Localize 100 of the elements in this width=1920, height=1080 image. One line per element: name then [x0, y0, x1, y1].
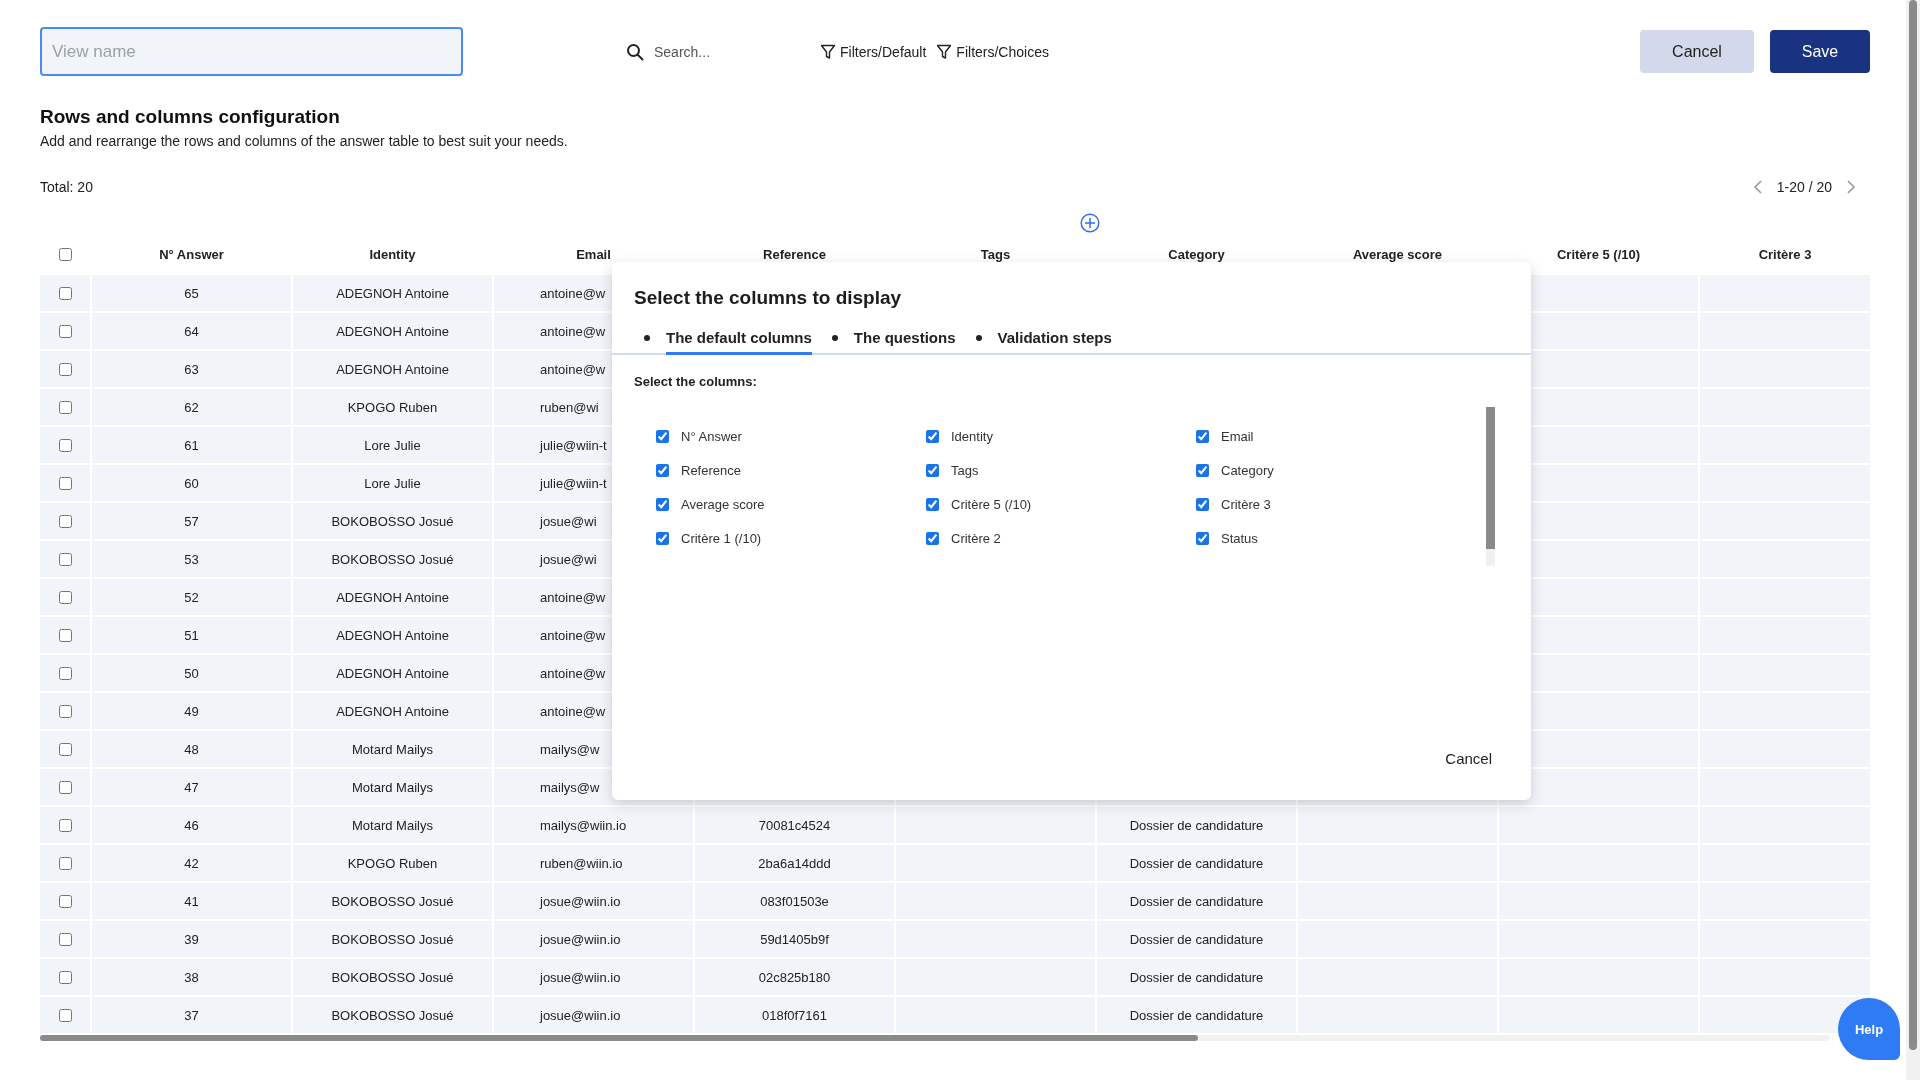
- column-header[interactable]: Critère 3: [1700, 246, 1870, 262]
- column-checkbox[interactable]: [1196, 429, 1209, 443]
- table-cell: 64: [92, 313, 291, 349]
- table-cell: 52: [92, 579, 291, 615]
- page-range: 1-20 / 20: [1776, 178, 1832, 196]
- column-checkbox[interactable]: [656, 429, 669, 443]
- search-field[interactable]: Search...: [652, 42, 814, 61]
- column-checkbox[interactable]: [656, 497, 669, 511]
- table-cell: 50: [92, 655, 291, 691]
- chevron-left-icon[interactable]: [1752, 180, 1763, 194]
- cancel-button[interactable]: Cancel: [1640, 30, 1754, 73]
- column-checkbox[interactable]: [926, 497, 939, 511]
- column-checkbox[interactable]: [1196, 531, 1209, 545]
- table-cell: 02c825b180: [695, 959, 894, 995]
- table-cell: KPOGO Ruben: [293, 389, 492, 425]
- row-checkbox[interactable]: [58, 970, 72, 984]
- table-cell: 62: [92, 389, 291, 425]
- table-cell: 018f0f7161: [695, 997, 894, 1033]
- table-cell: 61: [92, 427, 291, 463]
- column-header[interactable]: Reference: [695, 246, 894, 262]
- table-cell: ADEGNOH Antoine: [293, 275, 492, 311]
- row-checkbox[interactable]: [58, 362, 72, 376]
- table-cell: 38: [92, 959, 291, 995]
- column-checkbox[interactable]: [656, 531, 669, 545]
- row-checkbox[interactable]: [58, 666, 72, 680]
- tab[interactable]: The questions: [853, 323, 956, 355]
- tab[interactable]: Validation steps: [997, 323, 1112, 355]
- table-cell: 083f01503e: [695, 883, 894, 919]
- row-checkbox[interactable]: [58, 628, 72, 642]
- table-cell: Motard Mailys: [293, 731, 492, 767]
- row-checkbox[interactable]: [58, 552, 72, 566]
- tab[interactable]: The default columns: [666, 323, 812, 355]
- chevron-right-icon[interactable]: [1846, 180, 1856, 194]
- row-checkbox[interactable]: [58, 286, 72, 300]
- table-cell: 53: [92, 541, 291, 577]
- column-checkbox[interactable]: [1196, 463, 1209, 477]
- table-cell: 39: [92, 921, 291, 957]
- table-cell: 2ba6a14ddd: [695, 845, 894, 881]
- row-checkbox[interactable]: [58, 780, 72, 794]
- column-checkbox[interactable]: [926, 429, 939, 443]
- row-checkbox[interactable]: [58, 476, 72, 490]
- table-cell: BOKOBOSSO Josué: [293, 959, 492, 995]
- table-cell: BOKOBOSSO Josué: [293, 997, 492, 1033]
- column-header[interactable]: Category: [1097, 246, 1296, 262]
- column-option-label: Status: [1221, 530, 1258, 546]
- column-checkbox[interactable]: [1196, 497, 1209, 511]
- column-option-label: Category: [1221, 462, 1274, 478]
- table-cell: josue@wiin.io: [494, 997, 693, 1033]
- save-button[interactable]: Save: [1770, 30, 1870, 73]
- filter-button[interactable]: Filters/Choices: [936, 43, 1049, 60]
- table-cell: 63: [92, 351, 291, 387]
- row-checkbox[interactable]: [58, 514, 72, 528]
- select-all-checkbox[interactable]: [58, 247, 72, 261]
- column-checkbox[interactable]: [926, 463, 939, 477]
- bullet-icon: [831, 335, 838, 341]
- row-checkbox[interactable]: [58, 856, 72, 870]
- column-option-label: Critère 3: [1221, 496, 1271, 512]
- view-name-field[interactable]: View name: [40, 27, 463, 76]
- horizontal-scrollbar[interactable]: [40, 1035, 1830, 1041]
- table-cell: josue@wiin.io: [494, 921, 693, 957]
- column-header[interactable]: Tags: [896, 246, 1095, 262]
- row-checkbox[interactable]: [58, 818, 72, 832]
- row-checkbox[interactable]: [58, 894, 72, 908]
- column-header[interactable]: Email: [494, 246, 693, 262]
- column-header[interactable]: Critère 5 (/10): [1499, 246, 1698, 262]
- row-checkbox[interactable]: [58, 590, 72, 604]
- table-cell: ADEGNOH Antoine: [293, 351, 492, 387]
- column-checkbox[interactable]: [656, 463, 669, 477]
- column-option-label: Critère 2: [951, 530, 1001, 546]
- table-cell: BOKOBOSSO Josué: [293, 503, 492, 539]
- row-checkbox[interactable]: [58, 324, 72, 338]
- row-checkbox[interactable]: [58, 742, 72, 756]
- row-checkbox[interactable]: [58, 932, 72, 946]
- table-cell: ADEGNOH Antoine: [293, 313, 492, 349]
- list-scrollbar[interactable]: [1486, 407, 1495, 566]
- table-cell: 46: [92, 807, 291, 843]
- row-checkbox[interactable]: [58, 438, 72, 452]
- filter-icon: [820, 43, 836, 60]
- table-cell: Lore Julie: [293, 465, 492, 501]
- row-checkbox[interactable]: [58, 704, 72, 718]
- column-option-label: Identity: [951, 428, 993, 444]
- table-cell: josue@wiin.io: [494, 883, 693, 919]
- table-cell: Dossier de candidature: [1097, 921, 1296, 957]
- row-checkbox[interactable]: [58, 1008, 72, 1022]
- column-checkbox[interactable]: [926, 531, 939, 545]
- table-cell: 49: [92, 693, 291, 729]
- dialog-cancel-button[interactable]: Cancel: [1439, 746, 1498, 771]
- filter-button[interactable]: Filters/Default: [820, 43, 927, 60]
- table-cell: ADEGNOH Antoine: [293, 693, 492, 729]
- help-button[interactable]: Help: [1838, 998, 1900, 1060]
- page-scrollbar[interactable]: [1906, 0, 1920, 1080]
- column-header[interactable]: Identity: [293, 246, 492, 262]
- table-cell: 41: [92, 883, 291, 919]
- column-header[interactable]: N° Answer: [92, 246, 291, 262]
- column-header[interactable]: Average score: [1298, 246, 1497, 262]
- add-column-icon[interactable]: [1080, 213, 1100, 233]
- table-cell: Motard Mailys: [293, 769, 492, 805]
- search-icon: [626, 42, 644, 61]
- row-checkbox[interactable]: [58, 400, 72, 414]
- table-cell: ADEGNOH Antoine: [293, 655, 492, 691]
